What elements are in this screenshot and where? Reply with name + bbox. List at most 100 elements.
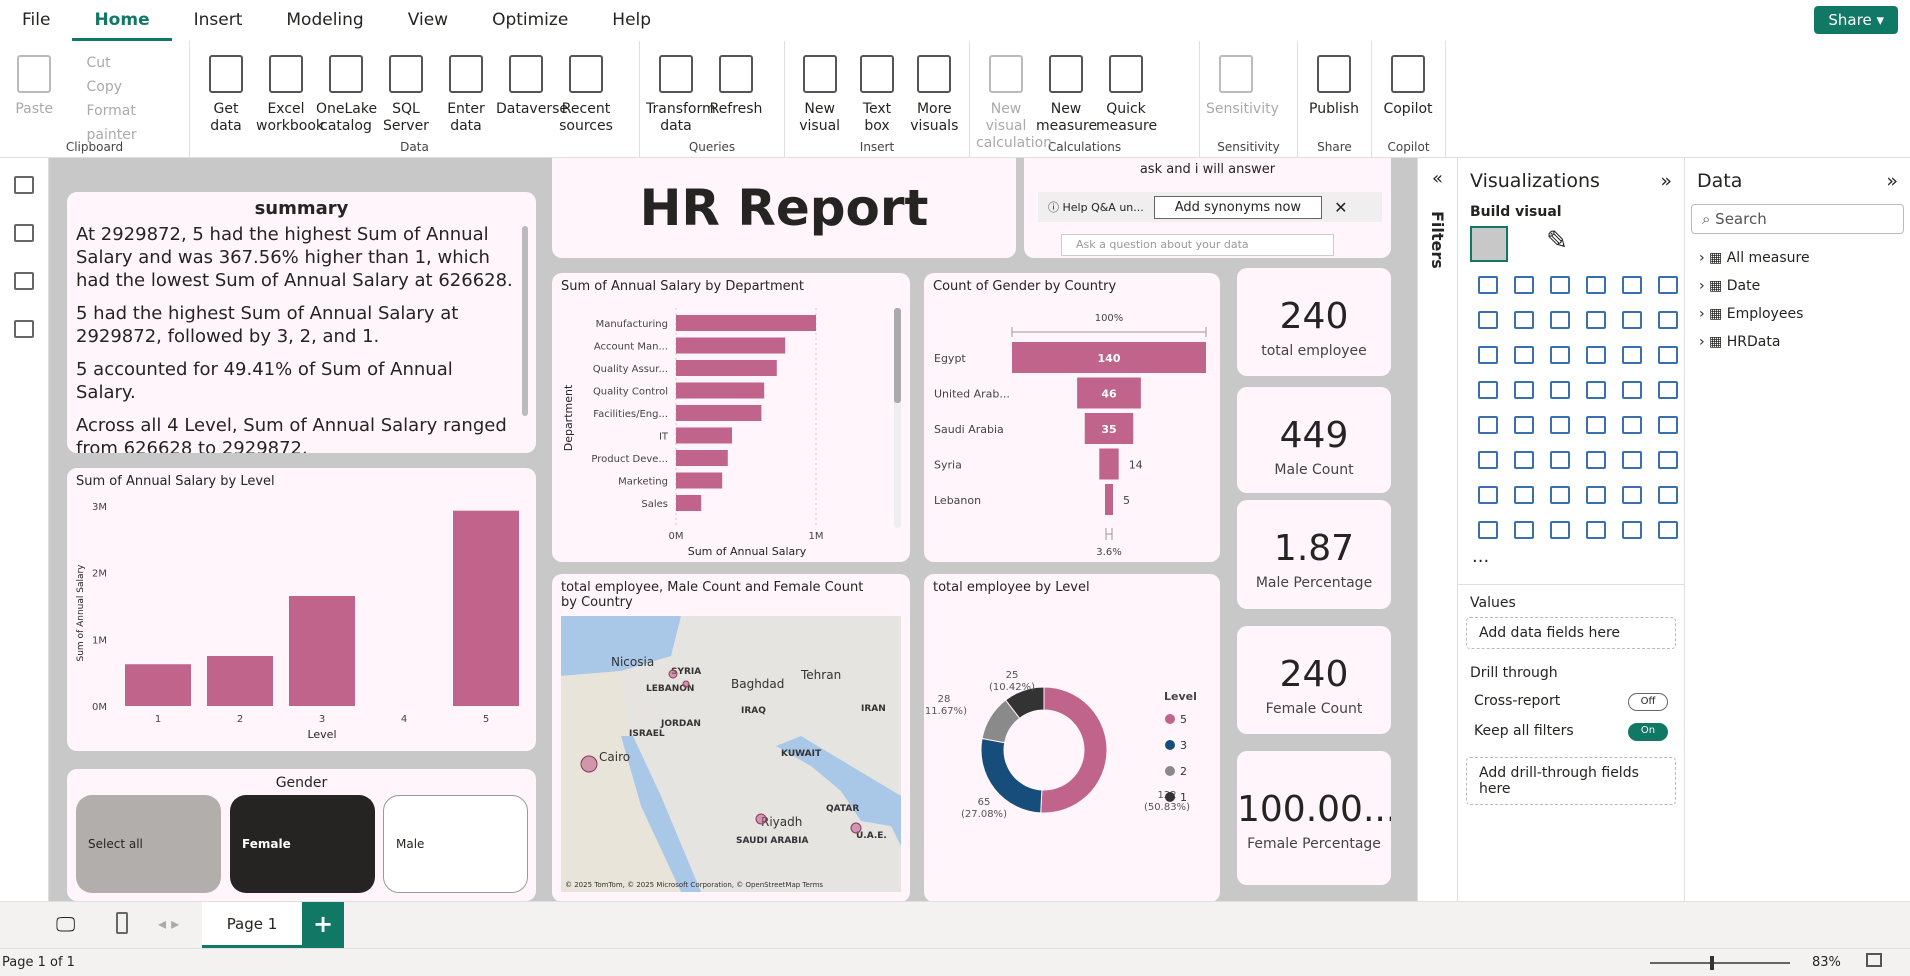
visual-type-button[interactable] [1650,303,1685,337]
cross-report-toggle[interactable]: Off [1628,693,1668,711]
collapse-icon[interactable]: » [1886,170,1898,192]
visual-type-button[interactable] [1542,408,1577,442]
visual-type-button[interactable] [1578,478,1613,512]
kpi-card[interactable]: 449 Male Count [1237,387,1391,493]
keep-filters-toggle[interactable]: On [1628,723,1668,741]
data-table-item[interactable]: › ▦ All measure [1699,244,1896,272]
scroll-arrows-icon[interactable]: ◂ ▸ [158,914,179,933]
ribbon-button-new-visual[interactable]: New visual [791,47,848,158]
visual-type-button[interactable] [1542,373,1577,407]
ribbon-button-dataverse[interactable]: Dataverse [496,47,568,158]
ribbon-button-onelake-catalog[interactable]: OneLake catalog [316,47,377,158]
copy-button[interactable]: Copy [63,75,183,99]
menu-file[interactable]: File [0,0,72,41]
visual-type-button[interactable] [1506,338,1541,372]
visual-type-button[interactable] [1614,478,1649,512]
visual-type-button[interactable] [1470,338,1505,372]
visual-type-button[interactable] [1542,513,1577,547]
visual-type-button[interactable] [1614,408,1649,442]
build-visual-icon[interactable] [1470,226,1508,262]
cut-button[interactable]: Cut [63,51,183,75]
close-icon[interactable]: ✕ [1334,198,1347,217]
ribbon-button-sensitivity[interactable]: Sensitivity [1206,47,1279,158]
visual-type-button[interactable] [1542,268,1577,302]
visual-type-button[interactable] [1650,373,1685,407]
fit-page-icon[interactable] [1866,953,1882,967]
ribbon-button-new-visual-calculation[interactable]: New visual calculation [976,47,1052,158]
visual-type-button[interactable] [1542,443,1577,477]
drill-through-well[interactable]: Add drill-through fields here [1466,757,1676,805]
visual-type-button[interactable] [1470,268,1505,302]
visual-type-button[interactable] [1614,303,1649,337]
add-synonyms-button[interactable]: Add synonyms now [1153,195,1323,219]
menu-insert[interactable]: Insert [172,0,265,41]
ribbon-button-enter-data[interactable]: Enter data [436,47,496,158]
kpi-card[interactable]: 1.87 Male Percentage [1237,500,1391,609]
visual-type-button[interactable] [1470,443,1505,477]
summary-visual[interactable]: summary At 2929872, 5 had the highest Su… [67,192,536,453]
menu-optimize[interactable]: Optimize [470,0,590,41]
slicer-option-female[interactable]: Female [230,795,375,893]
visual-type-button[interactable] [1578,408,1613,442]
ribbon-button-copilot[interactable]: Copilot [1378,47,1438,158]
report-view-icon[interactable] [14,176,34,194]
format-painter-button[interactable]: Format painter [63,99,183,143]
ribbon-button-transform-data[interactable]: Transform data [646,47,716,158]
table-view-icon[interactable] [14,224,34,242]
add-page-button[interactable]: + [302,902,344,948]
ribbon-button-get-data[interactable]: Get data [196,47,256,158]
ribbon-button-text-box[interactable]: Text box [848,47,905,158]
visual-type-button[interactable] [1506,373,1541,407]
visual-type-button[interactable] [1470,513,1505,547]
salary-by-department-visual[interactable]: Sum of Annual Salary by Department Manuf… [552,273,910,562]
visual-type-button[interactable] [1650,408,1685,442]
visual-type-button[interactable] [1614,443,1649,477]
expand-icon[interactable]: « [1418,168,1457,189]
visual-type-button[interactable] [1578,373,1613,407]
visual-type-button[interactable] [1578,443,1613,477]
visual-type-button[interactable] [1506,513,1541,547]
dax-view-icon[interactable] [14,320,34,338]
visual-type-button[interactable] [1614,513,1649,547]
zoom-slider[interactable] [1650,956,1790,970]
visual-type-button[interactable] [1470,478,1505,512]
filters-pane-collapsed[interactable]: « Filters [1417,158,1458,901]
visual-type-button[interactable] [1614,268,1649,302]
visual-type-button[interactable] [1578,303,1613,337]
visual-type-button[interactable] [1578,268,1613,302]
kpi-card[interactable]: 100.00... Female Percentage [1237,751,1391,885]
mobile-layout-icon[interactable] [116,912,128,934]
kpi-card[interactable]: 240 Female Count [1237,626,1391,734]
visual-type-button[interactable] [1542,338,1577,372]
slicer-option-male[interactable]: Male [383,795,528,893]
menu-modeling[interactable]: Modeling [264,0,385,41]
data-search-input[interactable]: ⌕ Search [1691,204,1904,234]
summary-scrollbar[interactable] [522,226,528,416]
qa-question-input[interactable]: Ask a question about your data [1061,234,1334,256]
slicer-option-select-all[interactable]: Select all [76,795,221,893]
desktop-layout-icon[interactable]: 🖵 [56,912,75,936]
data-table-item[interactable]: › ▦ HRData [1699,328,1896,356]
country-map[interactable]: NicosiaSYRIALEBANON BaghdadTehranIRAQ IRAN… [561,616,901,892]
visual-type-button[interactable] [1506,443,1541,477]
visual-type-button[interactable] [1650,338,1685,372]
visual-type-button[interactable] [1470,303,1505,337]
visual-type-button[interactable] [1650,443,1685,477]
ribbon-button-excel-workbook[interactable]: Excel workbook [256,47,324,158]
visual-type-button[interactable] [1578,513,1613,547]
visual-type-button[interactable] [1470,373,1505,407]
visual-type-button[interactable] [1614,373,1649,407]
gender-by-country-visual[interactable]: Count of Gender by Country 100% Egypt 140 U… [924,273,1220,562]
visual-type-button[interactable] [1578,338,1613,372]
menu-view[interactable]: View [386,0,470,41]
data-table-item[interactable]: › ▦ Employees [1699,300,1896,328]
ribbon-button-sql-server[interactable]: SQL Server [376,47,436,158]
salary-by-level-visual[interactable]: Sum of Annual Salary by Level 0M 1M 2M 3M 1 2… [67,468,536,751]
ribbon-button-recent-sources[interactable]: Recent sources [556,47,616,158]
collapse-icon[interactable]: » [1660,170,1672,192]
ribbon-button-quick-measure[interactable]: Quick measure [1096,47,1157,158]
kpi-card[interactable]: 240 total employee [1237,268,1391,376]
qa-visual[interactable]: ask and i will answer ⓘ Help Q&A un... A… [1024,158,1391,258]
visual-type-button[interactable] [1614,338,1649,372]
map-visual[interactable]: total employee, Male Count and Female Co… [552,574,910,902]
